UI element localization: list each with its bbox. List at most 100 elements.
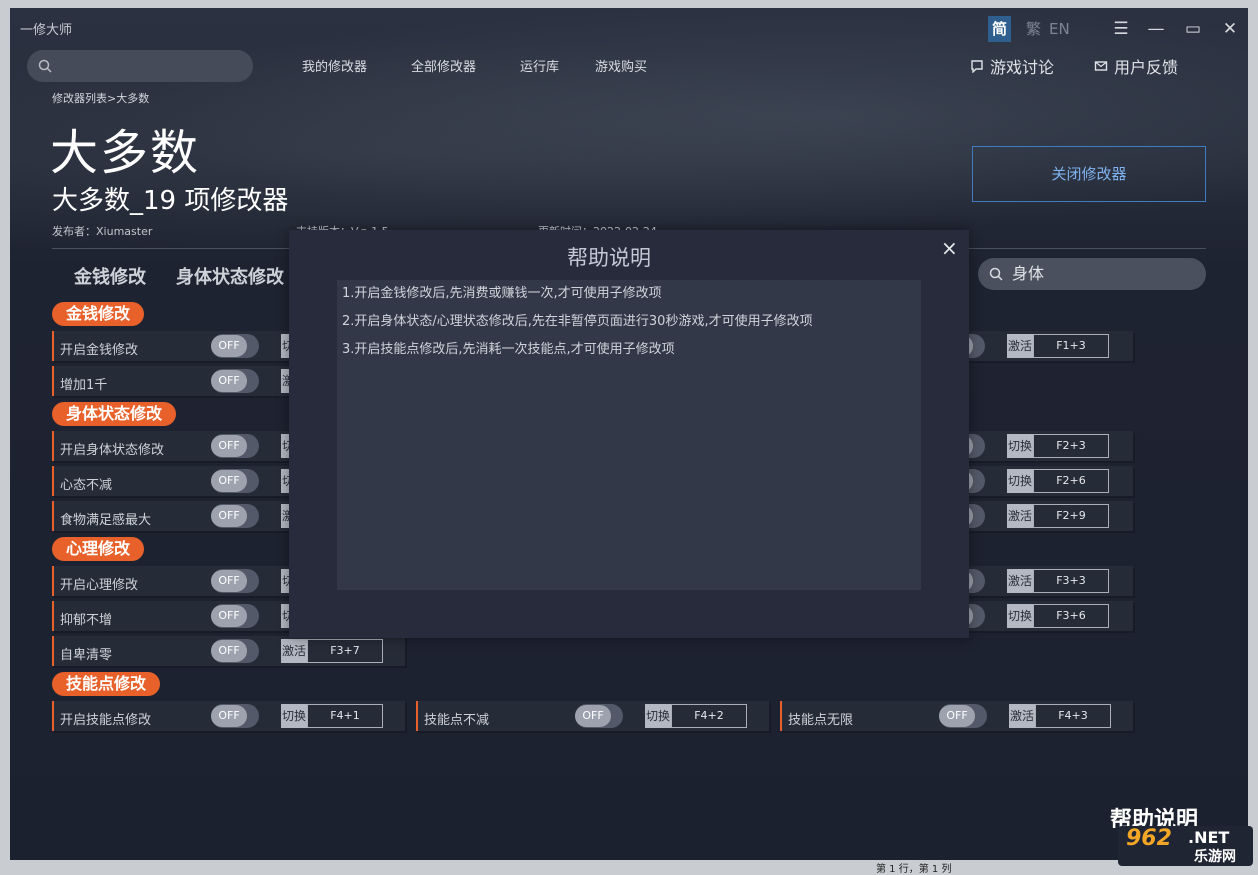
option-label: 技能点无限 — [788, 713, 854, 728]
lang-english[interactable]: EN — [1045, 16, 1074, 42]
hotkey-mode: 切换 — [1007, 604, 1033, 628]
filter-search-input[interactable]: 身体 — [978, 258, 1206, 290]
section-mind: 心理修改 — [52, 537, 145, 561]
site-watermark: 962 .NET 乐游网 — [1118, 826, 1253, 866]
minimize-icon[interactable]: — — [1143, 16, 1169, 42]
hotkey-mode: 激活 — [1007, 569, 1033, 593]
trainer-title: 大多数_19 项修改器 — [52, 186, 289, 216]
close-trainer-button[interactable]: 关闭修改器 — [972, 146, 1206, 202]
option-label: 增加1千 — [60, 378, 108, 393]
hotkey-mode: 激活 — [1007, 504, 1033, 528]
watermark-number: 962 — [1126, 826, 1172, 851]
nav-buy-games[interactable]: 游戏购买 — [595, 56, 647, 75]
hotkey-field[interactable]: F2+3 — [1033, 434, 1109, 458]
option-label: 开启技能点修改 — [60, 713, 152, 728]
toggle-state: OFF — [211, 370, 247, 392]
nav-all-trainers[interactable]: 全部修改器 — [411, 56, 476, 75]
toggle-state: OFF — [211, 640, 247, 662]
option-label: 自卑清零 — [60, 648, 113, 663]
app-name: 一修大师 — [20, 23, 73, 38]
search-icon — [38, 59, 52, 73]
search-input[interactable] — [27, 50, 253, 82]
toggle-switch[interactable]: OFF — [211, 334, 259, 358]
breadcrumb[interactable]: 修改器列表>大多数 — [52, 90, 149, 106]
option-label: 技能点不减 — [424, 713, 490, 728]
game-title: 大多数 — [50, 125, 201, 181]
lang-simplified[interactable]: 简 — [988, 16, 1012, 42]
background-status-text: 第 1 行，第 1 列 — [876, 864, 952, 875]
watermark-net: .NET — [1188, 828, 1230, 847]
toggle-switch[interactable]: OFF — [575, 704, 623, 728]
tab-body[interactable]: 身体状态修改 — [176, 263, 284, 289]
section-skill: 技能点修改 — [52, 672, 161, 696]
toggle-switch[interactable]: OFF — [211, 469, 259, 493]
hotkey-field[interactable]: F3+6 — [1033, 604, 1109, 628]
toggle-state: OFF — [211, 470, 247, 492]
dialog-close-icon[interactable]: × — [941, 236, 958, 260]
hotkey-field[interactable]: F2+6 — [1033, 469, 1109, 493]
help-line: 1.开启金钱修改后,先消费或赚钱一次,才可使用子修改项 — [342, 286, 662, 301]
close-icon[interactable]: ✕ — [1217, 16, 1243, 42]
toggle-state: OFF — [575, 705, 611, 727]
toggle-switch[interactable]: OFF — [211, 569, 259, 593]
hotkey-field[interactable]: F1+3 — [1033, 334, 1109, 358]
menu-icon[interactable]: ☰ — [1108, 16, 1134, 42]
toggle-state: OFF — [211, 505, 247, 527]
option-label: 食物满足感最大 — [60, 513, 152, 528]
hotkey-mode: 激活 — [281, 639, 307, 663]
toggle-state: OFF — [939, 705, 975, 727]
search-value: 身体 — [1012, 264, 1045, 283]
discuss-link[interactable]: 游戏讨论 — [970, 54, 1054, 78]
hotkey-field[interactable]: F3+3 — [1033, 569, 1109, 593]
nav-my-trainers[interactable]: 我的修改器 — [302, 56, 367, 75]
comment-icon — [971, 60, 983, 73]
watermark-site: 乐游网 — [1194, 849, 1236, 865]
feedback-link[interactable]: 用户反馈 — [1094, 54, 1178, 78]
section-body: 身体状态修改 — [52, 402, 177, 426]
search-icon — [989, 267, 1003, 281]
toggle-state: OFF — [211, 705, 247, 727]
dialog-title: 帮助说明 — [567, 246, 651, 270]
lang-traditional[interactable]: 繁 — [1022, 16, 1045, 42]
hotkey-field[interactable]: F3+7 — [307, 639, 383, 663]
nav-runtime[interactable]: 运行库 — [520, 56, 559, 75]
toggle-switch[interactable]: OFF — [211, 704, 259, 728]
hotkey-mode: 激活 — [1009, 704, 1035, 728]
option-row: 自卑清零 OFF 激活 F3+7 — [52, 636, 405, 666]
option-label: 开启身体状态修改 — [60, 443, 165, 458]
option-row: 技能点不减 OFF 切换 F4+2 — [416, 701, 769, 731]
section-money: 金钱修改 — [52, 302, 145, 326]
hotkey-field[interactable]: F4+1 — [307, 704, 383, 728]
option-label: 抑郁不增 — [60, 613, 113, 628]
hotkey-field[interactable]: F4+2 — [671, 704, 747, 728]
hotkey-mode: 切换 — [1007, 434, 1033, 458]
option-label: 心态不减 — [60, 478, 113, 493]
toggle-state: OFF — [211, 605, 247, 627]
toggle-state: OFF — [211, 435, 247, 457]
publisher: 发布者：Xiumaster — [52, 225, 153, 238]
toggle-switch[interactable]: OFF — [211, 434, 259, 458]
help-dialog: 帮助说明 × 1.开启金钱修改后,先消费或赚钱一次,才可使用子修改项 2.开启身… — [289, 230, 969, 638]
toggle-switch[interactable]: OFF — [211, 504, 259, 528]
tab-money[interactable]: 金钱修改 — [74, 263, 146, 289]
option-row: 开启技能点修改 OFF 切换 F4+1 — [52, 701, 405, 731]
toggle-switch[interactable]: OFF — [211, 639, 259, 663]
toggle-switch[interactable]: OFF — [211, 369, 259, 393]
toggle-switch[interactable]: OFF — [939, 704, 987, 728]
title-bar: 一修大师 简 繁 EN ☰ — ▭ ✕ — [10, 8, 1248, 48]
hotkey-mode: 切换 — [281, 704, 307, 728]
trainer-window: 一修大师 简 繁 EN ☰ — ▭ ✕ 我的修改器 全部修改器 运行库 游戏购买… — [10, 8, 1248, 860]
toggle-state: OFF — [211, 570, 247, 592]
hotkey-field[interactable]: F4+3 — [1035, 704, 1111, 728]
help-line: 3.开启技能点修改后,先消耗一次技能点,才可使用子修改项 — [342, 342, 675, 357]
hotkey-mode: 切换 — [645, 704, 671, 728]
option-row: 技能点无限 OFF 激活 F4+3 — [780, 701, 1133, 731]
hotkey-mode: 切换 — [1007, 469, 1033, 493]
dialog-body: 1.开启金钱修改后,先消费或赚钱一次,才可使用子修改项 2.开启身体状态/心理状… — [337, 280, 921, 590]
option-label: 开启金钱修改 — [60, 343, 139, 358]
feedback-label: 用户反馈 — [1114, 58, 1179, 77]
toggle-state: OFF — [211, 335, 247, 357]
toggle-switch[interactable]: OFF — [211, 604, 259, 628]
maximize-icon[interactable]: ▭ — [1180, 16, 1206, 42]
hotkey-field[interactable]: F2+9 — [1033, 504, 1109, 528]
